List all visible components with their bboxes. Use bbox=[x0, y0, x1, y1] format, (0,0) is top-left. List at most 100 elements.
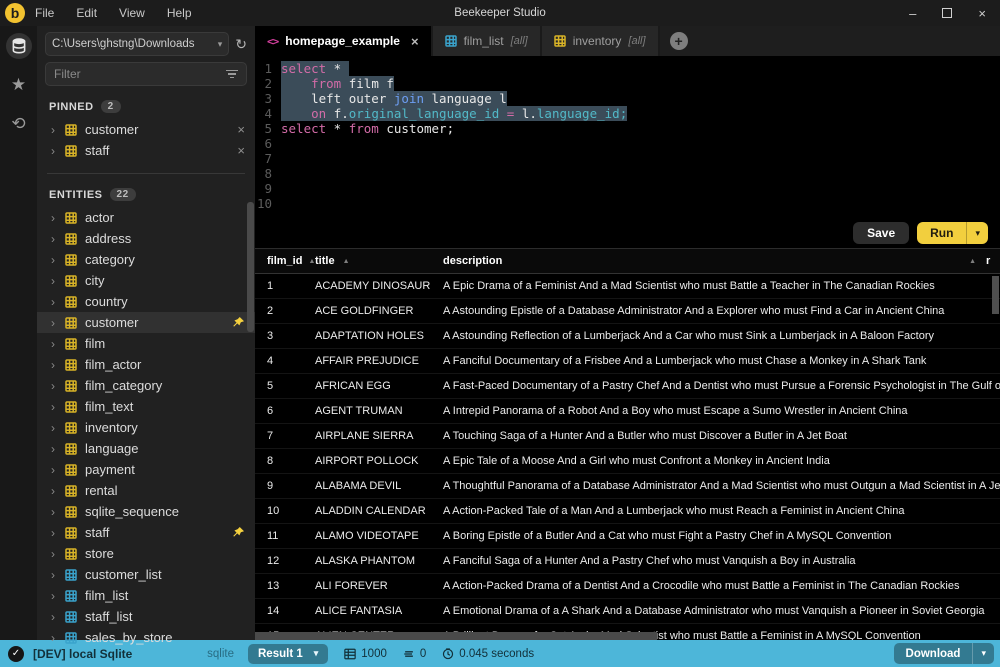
unpin-icon[interactable]: × bbox=[237, 143, 245, 158]
entity-name: city bbox=[85, 273, 245, 288]
chevron-right-icon[interactable]: › bbox=[51, 400, 65, 414]
minimize-icon[interactable]: – bbox=[909, 7, 916, 20]
chevron-right-icon[interactable]: › bbox=[51, 232, 65, 246]
menu-help[interactable]: Help bbox=[167, 6, 192, 20]
sidebar-item-rental[interactable]: ›rental bbox=[37, 480, 255, 501]
table-row[interactable]: 10ALADDIN CALENDARA Action-Packed Tale o… bbox=[255, 499, 1000, 524]
chevron-right-icon[interactable]: › bbox=[51, 123, 65, 137]
sidebar-item-film[interactable]: ›film bbox=[37, 333, 255, 354]
new-tab-button[interactable]: + bbox=[670, 32, 688, 50]
sidebar-item-store[interactable]: ›store bbox=[37, 543, 255, 564]
sidebar-item-inventory[interactable]: ›inventory bbox=[37, 417, 255, 438]
sidebar-item-film_list[interactable]: ›film_list bbox=[37, 585, 255, 606]
sidebar-item-language[interactable]: ›language bbox=[37, 438, 255, 459]
sidebar-item-country[interactable]: ›country bbox=[37, 291, 255, 312]
table-row[interactable]: 12ALASKA PHANTOMA Fanciful Saga of a Hun… bbox=[255, 549, 1000, 574]
chevron-right-icon[interactable]: › bbox=[51, 337, 65, 351]
sidebar-item-film_text[interactable]: ›film_text bbox=[37, 396, 255, 417]
download-button[interactable]: Download ▾ bbox=[894, 643, 994, 664]
download-options-caret-icon[interactable]: ▾ bbox=[972, 643, 994, 664]
sidebar-item-actor[interactable]: ›actor bbox=[37, 207, 255, 228]
chevron-right-icon[interactable]: › bbox=[51, 442, 65, 456]
sidebar-item-staff_list[interactable]: ›staff_list bbox=[37, 606, 255, 627]
cell-description: A Touching Saga of a Hunter And a Butler… bbox=[443, 430, 1000, 442]
tab-film_list[interactable]: film_list[all] bbox=[433, 26, 542, 56]
sidebar-item-city[interactable]: › city bbox=[37, 270, 255, 291]
chevron-right-icon[interactable]: › bbox=[51, 421, 65, 435]
sidebar-item-sqlite_sequence[interactable]: ›sqlite_sequence bbox=[37, 501, 255, 522]
table-row[interactable]: 14ALICE FANTASIAA Emotional Drama of a A… bbox=[255, 599, 1000, 624]
column-header-next-partial[interactable]: r bbox=[986, 255, 1000, 267]
entity-name: customer_list bbox=[85, 567, 245, 582]
table-row[interactable]: 1ACADEMY DINOSAURA Epic Drama of a Femin… bbox=[255, 274, 1000, 299]
sidebar-item-customer[interactable]: ›customer bbox=[37, 312, 255, 333]
table-row[interactable]: 3ADAPTATION HOLESA Astounding Reflection… bbox=[255, 324, 1000, 349]
chevron-right-icon[interactable]: › bbox=[51, 463, 65, 477]
sidebar-item-category[interactable]: ›category bbox=[37, 249, 255, 270]
chevron-right-icon[interactable]: › bbox=[51, 631, 65, 645]
sidebar-item-film_actor[interactable]: ›film_actor bbox=[37, 354, 255, 375]
run-label[interactable]: Run bbox=[917, 222, 966, 244]
table-row[interactable]: 13ALI FOREVERA Action-Packed Drama of a … bbox=[255, 574, 1000, 599]
chevron-right-icon[interactable]: › bbox=[51, 211, 65, 225]
sidebar-item-payment[interactable]: ›payment bbox=[37, 459, 255, 480]
favorites-rail-button[interactable]: ★ bbox=[6, 72, 32, 98]
sidebar-item-staff[interactable]: ›staff bbox=[37, 522, 255, 543]
tables-rail-button[interactable] bbox=[6, 33, 32, 59]
chevron-right-icon[interactable]: › bbox=[51, 358, 65, 372]
chevron-right-icon[interactable]: › bbox=[51, 295, 65, 309]
table-row[interactable]: 7AIRPLANE SIERRAA Touching Saga of a Hun… bbox=[255, 424, 1000, 449]
table-row[interactable]: 9ALABAMA DEVILA Thoughtful Panorama of a… bbox=[255, 474, 1000, 499]
table-row[interactable]: 6AGENT TRUMANA Intrepid Panorama of a Ro… bbox=[255, 399, 1000, 424]
menu-view[interactable]: View bbox=[119, 6, 145, 20]
table-row[interactable]: 2ACE GOLDFINGERA Astounding Epistle of a… bbox=[255, 299, 1000, 324]
tab-homepage_example[interactable]: <>homepage_example× bbox=[255, 26, 433, 56]
sidebar-item-customer[interactable]: ›customer× bbox=[37, 119, 255, 140]
chevron-right-icon[interactable]: › bbox=[51, 547, 65, 561]
download-label[interactable]: Download bbox=[894, 643, 973, 664]
chevron-right-icon[interactable]: › bbox=[51, 484, 65, 498]
result-selector-button[interactable]: Result 1 ▾ bbox=[248, 644, 328, 664]
results-horizontal-scrollbar[interactable] bbox=[255, 632, 657, 640]
chevron-right-icon[interactable]: › bbox=[51, 505, 65, 519]
chevron-right-icon[interactable]: › bbox=[51, 589, 65, 603]
sql-editor[interactable]: 1select * 2 from film f3 left outer join… bbox=[255, 56, 1000, 218]
chevron-right-icon[interactable]: › bbox=[51, 526, 65, 540]
table-row[interactable]: 4AFFAIR PREJUDICEA Fanciful Documentary … bbox=[255, 349, 1000, 374]
menu-file[interactable]: File bbox=[35, 6, 54, 20]
table-row[interactable]: 11ALAMO VIDEOTAPEA Boring Epistle of a B… bbox=[255, 524, 1000, 549]
run-button[interactable]: Run ▾ bbox=[917, 222, 988, 244]
database-selector[interactable]: C:\Users\ghstng\Downloads ▾ bbox=[45, 32, 229, 56]
chevron-right-icon[interactable]: › bbox=[51, 253, 65, 267]
save-button[interactable]: Save bbox=[853, 222, 909, 244]
filter-input[interactable] bbox=[54, 67, 226, 81]
sidebar-item-staff[interactable]: ›staff× bbox=[37, 140, 255, 161]
column-header-film-id[interactable]: film_id ▲ bbox=[255, 255, 315, 267]
menu-edit[interactable]: Edit bbox=[76, 6, 97, 20]
sidebar-scrollbar[interactable] bbox=[247, 202, 254, 332]
filter-icon[interactable] bbox=[226, 70, 238, 79]
column-header-title[interactable]: title ▲ bbox=[315, 255, 443, 267]
run-options-caret-icon[interactable]: ▾ bbox=[966, 222, 988, 244]
sidebar-item-film_category[interactable]: ›film_category bbox=[37, 375, 255, 396]
table-row[interactable]: 8AIRPORT POLLOCKA Epic Tale of a Moose A… bbox=[255, 449, 1000, 474]
history-rail-button[interactable]: ⟲ bbox=[6, 111, 32, 137]
results-vertical-scrollbar[interactable] bbox=[992, 276, 999, 314]
chevron-right-icon[interactable]: › bbox=[51, 316, 65, 330]
sidebar-item-address[interactable]: ›address bbox=[37, 228, 255, 249]
chevron-right-icon[interactable]: › bbox=[51, 610, 65, 624]
chevron-right-icon[interactable]: › bbox=[51, 274, 65, 288]
tab-inventory[interactable]: inventory[all] bbox=[542, 26, 660, 56]
unpin-icon[interactable]: × bbox=[237, 122, 245, 137]
maximize-icon[interactable] bbox=[942, 8, 952, 18]
chevron-right-icon[interactable]: › bbox=[51, 568, 65, 582]
chevron-right-icon[interactable]: › bbox=[51, 379, 65, 393]
chevron-right-icon[interactable]: › bbox=[51, 144, 65, 158]
refresh-icon[interactable]: ↻ bbox=[235, 36, 247, 53]
table-row[interactable]: 5AFRICAN EGGA Fast-Paced Documentary of … bbox=[255, 374, 1000, 399]
close-icon[interactable]: × bbox=[978, 7, 986, 20]
column-header-description[interactable]: description ▲ bbox=[443, 255, 986, 267]
tab-close-icon[interactable]: × bbox=[411, 34, 419, 49]
sidebar-item-customer_list[interactable]: › customer_list bbox=[37, 564, 255, 585]
sidebar-item-sales_by_store[interactable]: ›sales_by_store bbox=[37, 627, 255, 648]
